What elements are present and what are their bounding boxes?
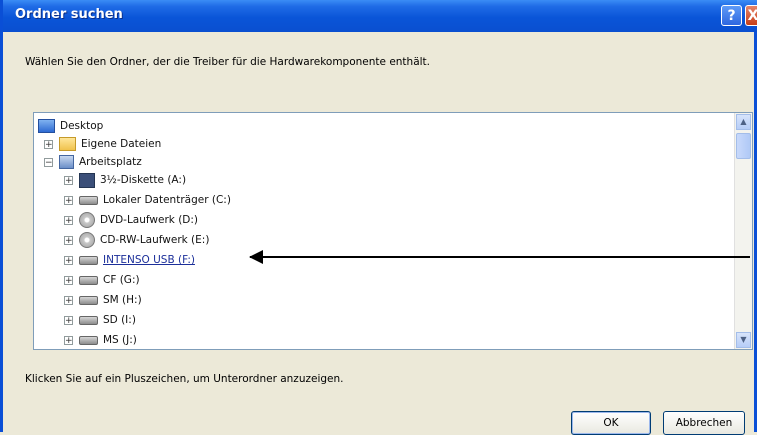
vertical-scrollbar[interactable]: ▲ ▼	[734, 113, 752, 349]
tree-item-label: Lokaler Datenträger (C:)	[103, 194, 231, 206]
expand-toggle[interactable]: +	[64, 215, 73, 225]
cd-drive-icon	[79, 232, 95, 248]
cancel-button[interactable]: Abbrechen	[663, 411, 745, 435]
tree-item-drive-f[interactable]: + INTENSO USB (F:)	[64, 251, 195, 269]
tree-item-label: CF (G:)	[103, 274, 140, 286]
instruction-text: Wählen Sie den Ordner, der die Treiber f…	[25, 56, 431, 68]
tree-item-drive-c[interactable]: + Lokaler Datenträger (C:)	[64, 191, 231, 209]
expand-toggle[interactable]: +	[64, 175, 73, 185]
computer-icon	[59, 155, 74, 169]
ok-button[interactable]: OK	[571, 411, 651, 435]
floppy-icon	[79, 172, 95, 188]
expand-toggle[interactable]: +	[64, 315, 73, 325]
scroll-up-button[interactable]: ▲	[736, 114, 751, 130]
expand-toggle[interactable]: +	[64, 195, 73, 205]
tree-item-desktop[interactable]: Desktop	[38, 117, 103, 135]
tree-item-drive-j[interactable]: + MS (J:)	[64, 331, 137, 349]
tree-item-label: Arbeitsplatz	[79, 156, 142, 168]
drive-icon	[79, 255, 98, 265]
expand-toggle[interactable]: +	[64, 295, 73, 305]
close-button[interactable]: X	[745, 5, 757, 26]
tree-item-label: INTENSO USB (F:)	[103, 254, 195, 266]
tree-item-label: SM (H:)	[103, 294, 142, 306]
annotation-arrow-head	[249, 250, 263, 264]
desktop-icon	[38, 119, 55, 133]
dialog-window: Ordner suchen ? X Wählen Sie den Ordner,…	[0, 0, 757, 435]
drive-icon	[79, 295, 98, 305]
expand-toggle[interactable]: +	[64, 235, 73, 245]
expand-toggle[interactable]: +	[64, 275, 73, 285]
hint-text: Klicken Sie auf ein Pluszeichen, um Unte…	[25, 373, 344, 385]
tree-item-drive-a[interactable]: + 3½-Diskette (A:)	[64, 171, 186, 189]
tree-item-label: CD-RW-Laufwerk (E:)	[100, 234, 210, 246]
cd-drive-icon	[79, 212, 95, 228]
folder-tree[interactable]: Desktop + Eigene Dateien − Arbeitsplatz …	[33, 112, 753, 350]
help-button[interactable]: ?	[721, 5, 742, 26]
expand-toggle[interactable]: +	[64, 255, 73, 265]
scroll-down-button[interactable]: ▼	[736, 332, 751, 348]
tree-item-label: Eigene Dateien	[81, 138, 162, 150]
tree-item-label: 3½-Diskette (A:)	[100, 174, 187, 186]
scroll-thumb[interactable]	[736, 133, 751, 159]
window-title: Ordner suchen	[15, 7, 123, 22]
tree-item-label: DVD-Laufwerk (D:)	[100, 214, 199, 226]
annotation-arrow-line	[250, 256, 750, 258]
drive-icon	[79, 275, 98, 285]
tree-item-drive-e[interactable]: + CD-RW-Laufwerk (E:)	[64, 231, 209, 249]
drive-icon	[79, 195, 98, 205]
tree-item-arbeitsplatz[interactable]: − Arbeitsplatz	[44, 153, 142, 171]
drive-icon	[79, 335, 98, 345]
tree-item-drive-i[interactable]: + SD (I:)	[64, 311, 136, 329]
tree-item-drive-d[interactable]: + DVD-Laufwerk (D:)	[64, 211, 198, 229]
title-bar[interactable]: Ordner suchen ? X	[3, 0, 757, 32]
tree-item-label: MS (J:)	[103, 334, 137, 346]
expand-toggle[interactable]: +	[64, 335, 73, 345]
expand-toggle[interactable]: +	[44, 139, 53, 149]
tree-item-drive-h[interactable]: + SM (H:)	[64, 291, 142, 309]
tree-item-eigene-dateien[interactable]: + Eigene Dateien	[44, 135, 161, 153]
tree-item-drive-g[interactable]: + CF (G:)	[64, 271, 140, 289]
collapse-toggle[interactable]: −	[44, 157, 53, 167]
tree-item-label: SD (I:)	[103, 314, 136, 326]
drive-icon	[79, 315, 98, 325]
tree-item-label: Desktop	[60, 120, 104, 132]
folder-icon	[59, 137, 76, 151]
